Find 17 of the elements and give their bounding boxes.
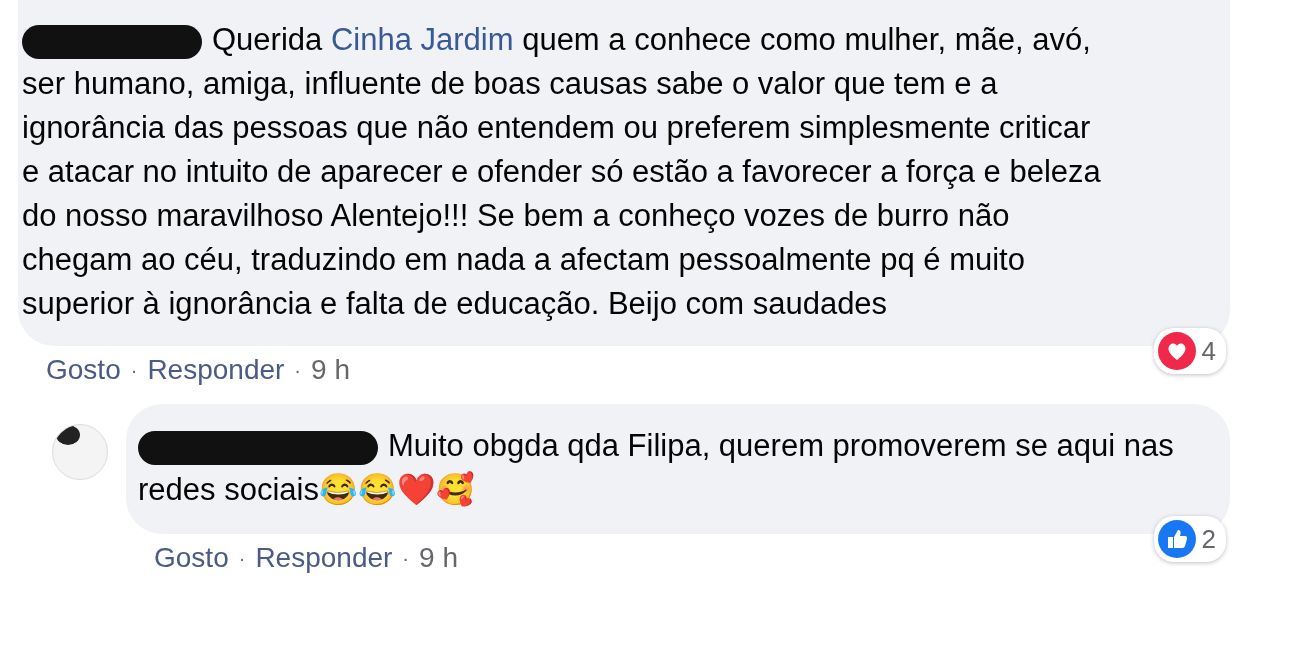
action-link[interactable]: Responder xyxy=(255,542,393,574)
comment-text: Querida Cinha Jardim quem a conhece como mulher, mãe, avó, ser humano, amiga, influente de boas causas sabe o valor que tem e a ignorância das pessoas que não entendem ou preferem simplesmente criticar e atacar no intuito de aparecer e ofender só estão a favorecer a força e beleza do nosso maravilhoso Alentejo!!! Se bem a conheço vozes de burro não chegam ao céu, traduzindo em nada a afectam pessoalmente pq é muito superior à ignorância e falta de educação. Beijo com saudades xyxy=(22,21,1102,323)
reaction-badge[interactable]: 2 xyxy=(1153,516,1226,562)
comment-text: Muito obgda qda Filipa, querem promoverem se aqui nas redes sociais😂😂❤🥰 xyxy=(138,427,1175,509)
action-link[interactable]: Gosto xyxy=(46,354,121,386)
mention-link[interactable]: Cinha Jardim xyxy=(330,22,514,57)
action-link[interactable]: Responder xyxy=(147,354,285,386)
reaction-badge[interactable]: 4 xyxy=(1153,328,1226,374)
separator-dot: · xyxy=(130,358,138,382)
separator-dot: · xyxy=(238,546,246,570)
timestamp: 9 h xyxy=(311,354,350,386)
timestamp: 9 h xyxy=(419,542,458,574)
separator-dot: · xyxy=(402,546,410,570)
thumbs-up-icon xyxy=(1157,520,1196,558)
avatar[interactable] xyxy=(52,424,108,480)
separator-dot: · xyxy=(294,358,302,382)
action-link[interactable]: Gosto xyxy=(154,542,229,574)
